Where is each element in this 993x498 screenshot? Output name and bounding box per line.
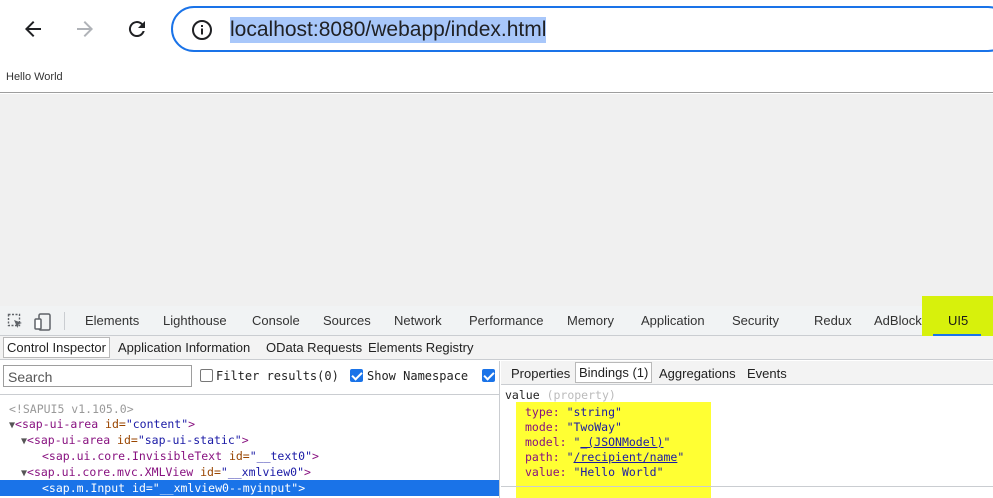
tab-control-inspector[interactable]: Control Inspector (3, 337, 110, 358)
tab-properties[interactable]: Properties (511, 366, 570, 381)
control-tree-panel: Search Filter results(0) Show Namespace … (0, 361, 500, 498)
tree-node-content-area[interactable]: ▼<sap-ui-area id="content"> (9, 416, 195, 432)
tab-redux[interactable]: Redux (814, 313, 852, 328)
details-divider (501, 486, 993, 487)
ui5-sub-tab-bar: Control Inspector Application Informatio… (0, 336, 993, 360)
tree-node-static-area[interactable]: ▼<sap-ui-area id="sap-ui-static"> (21, 432, 249, 448)
site-info-icon[interactable] (191, 19, 213, 41)
binding-path-row: path: "/recipient/name" (525, 450, 685, 464)
tab-application-information[interactable]: Application Information (118, 340, 250, 355)
reload-icon (128, 21, 145, 38)
url-text[interactable]: localhost:8080/webapp/index.html (230, 17, 547, 43)
reload-button[interactable] (118, 10, 156, 48)
devtools-tab-bar: Elements Lighthouse Console Sources Netw… (0, 306, 993, 336)
tab-adblock[interactable]: AdBlock (874, 313, 922, 328)
show-namespace-label: Show Namespace (367, 369, 469, 383)
back-button[interactable] (14, 10, 52, 48)
tab-security[interactable]: Security (732, 313, 779, 328)
tab-elements[interactable]: Elements (85, 313, 139, 328)
binding-type-row: type: "string" (525, 405, 622, 419)
binding-value-row: value: "Hello World" (525, 465, 664, 479)
extra-option-checkbox[interactable] (482, 369, 495, 382)
binding-model-row: model: "_(JSONModel)" (525, 435, 671, 449)
inspect-element-icon[interactable] (7, 313, 24, 330)
address-bar[interactable]: localhost:8080/webapp/index.html (171, 6, 993, 52)
filter-results-checkbox[interactable] (200, 369, 213, 382)
details-panel: Properties Bindings (1) Aggregations Eve… (501, 361, 993, 498)
tree-node-xmlview[interactable]: ▼<sap.ui.core.mvc.XMLView id="__xmlview0… (21, 464, 311, 480)
tab-console[interactable]: Console (252, 313, 300, 328)
search-placeholder: Search (8, 369, 53, 385)
tab-odata-requests[interactable]: OData Requests (266, 340, 362, 355)
filter-results-label: Filter results(0) (216, 369, 339, 383)
hello-world-text: Hello World (6, 71, 63, 83)
page-empty-area (0, 94, 993, 306)
tab-application[interactable]: Application (641, 313, 705, 328)
tab-aggregations[interactable]: Aggregations (659, 366, 736, 381)
tree-comment: <!SAPUI5 v1.105.0> (9, 402, 134, 416)
forward-arrow-icon (77, 21, 93, 37)
tab-sources[interactable]: Sources (323, 313, 371, 328)
search-input[interactable]: Search (3, 365, 192, 387)
browser-toolbar: localhost:8080/webapp/index.html (0, 0, 993, 60)
tab-network[interactable]: Network (394, 313, 442, 328)
web-page-content: Hello World (0, 60, 993, 93)
device-toolbar-icon[interactable] (34, 313, 52, 331)
binding-property-header: value (property) (505, 388, 616, 402)
show-namespace-checkbox[interactable] (350, 369, 363, 382)
details-tab-bar: Properties Bindings (1) Aggregations Eve… (501, 361, 993, 385)
tab-ui5[interactable]: UI5 (948, 313, 968, 328)
back-arrow-icon (25, 21, 41, 37)
tab-lighthouse[interactable]: Lighthouse (163, 313, 227, 328)
model-link[interactable]: _(JSONModel) (580, 435, 663, 449)
tab-elements-registry[interactable]: Elements Registry (368, 340, 473, 355)
tree-node-invisible-text[interactable]: <sap.ui.core.InvisibleText id="__text0"> (42, 448, 319, 464)
tree-node-input-selected[interactable]: <sap.m.Input id="__xmlview0--myinput"> (0, 480, 499, 496)
tab-performance[interactable]: Performance (469, 313, 543, 328)
tab-bindings[interactable]: Bindings (1) (575, 362, 653, 383)
path-link[interactable]: /recipient/name (574, 450, 678, 464)
tab-memory[interactable]: Memory (567, 313, 614, 328)
binding-property-kind: (property) (546, 388, 616, 402)
tree-divider (0, 394, 500, 395)
tab-events[interactable]: Events (747, 366, 787, 381)
forward-button[interactable] (66, 10, 104, 48)
toolbar-divider (64, 312, 65, 330)
binding-property-name: value (505, 388, 540, 402)
binding-mode-row: mode: "TwoWay" (525, 420, 622, 434)
